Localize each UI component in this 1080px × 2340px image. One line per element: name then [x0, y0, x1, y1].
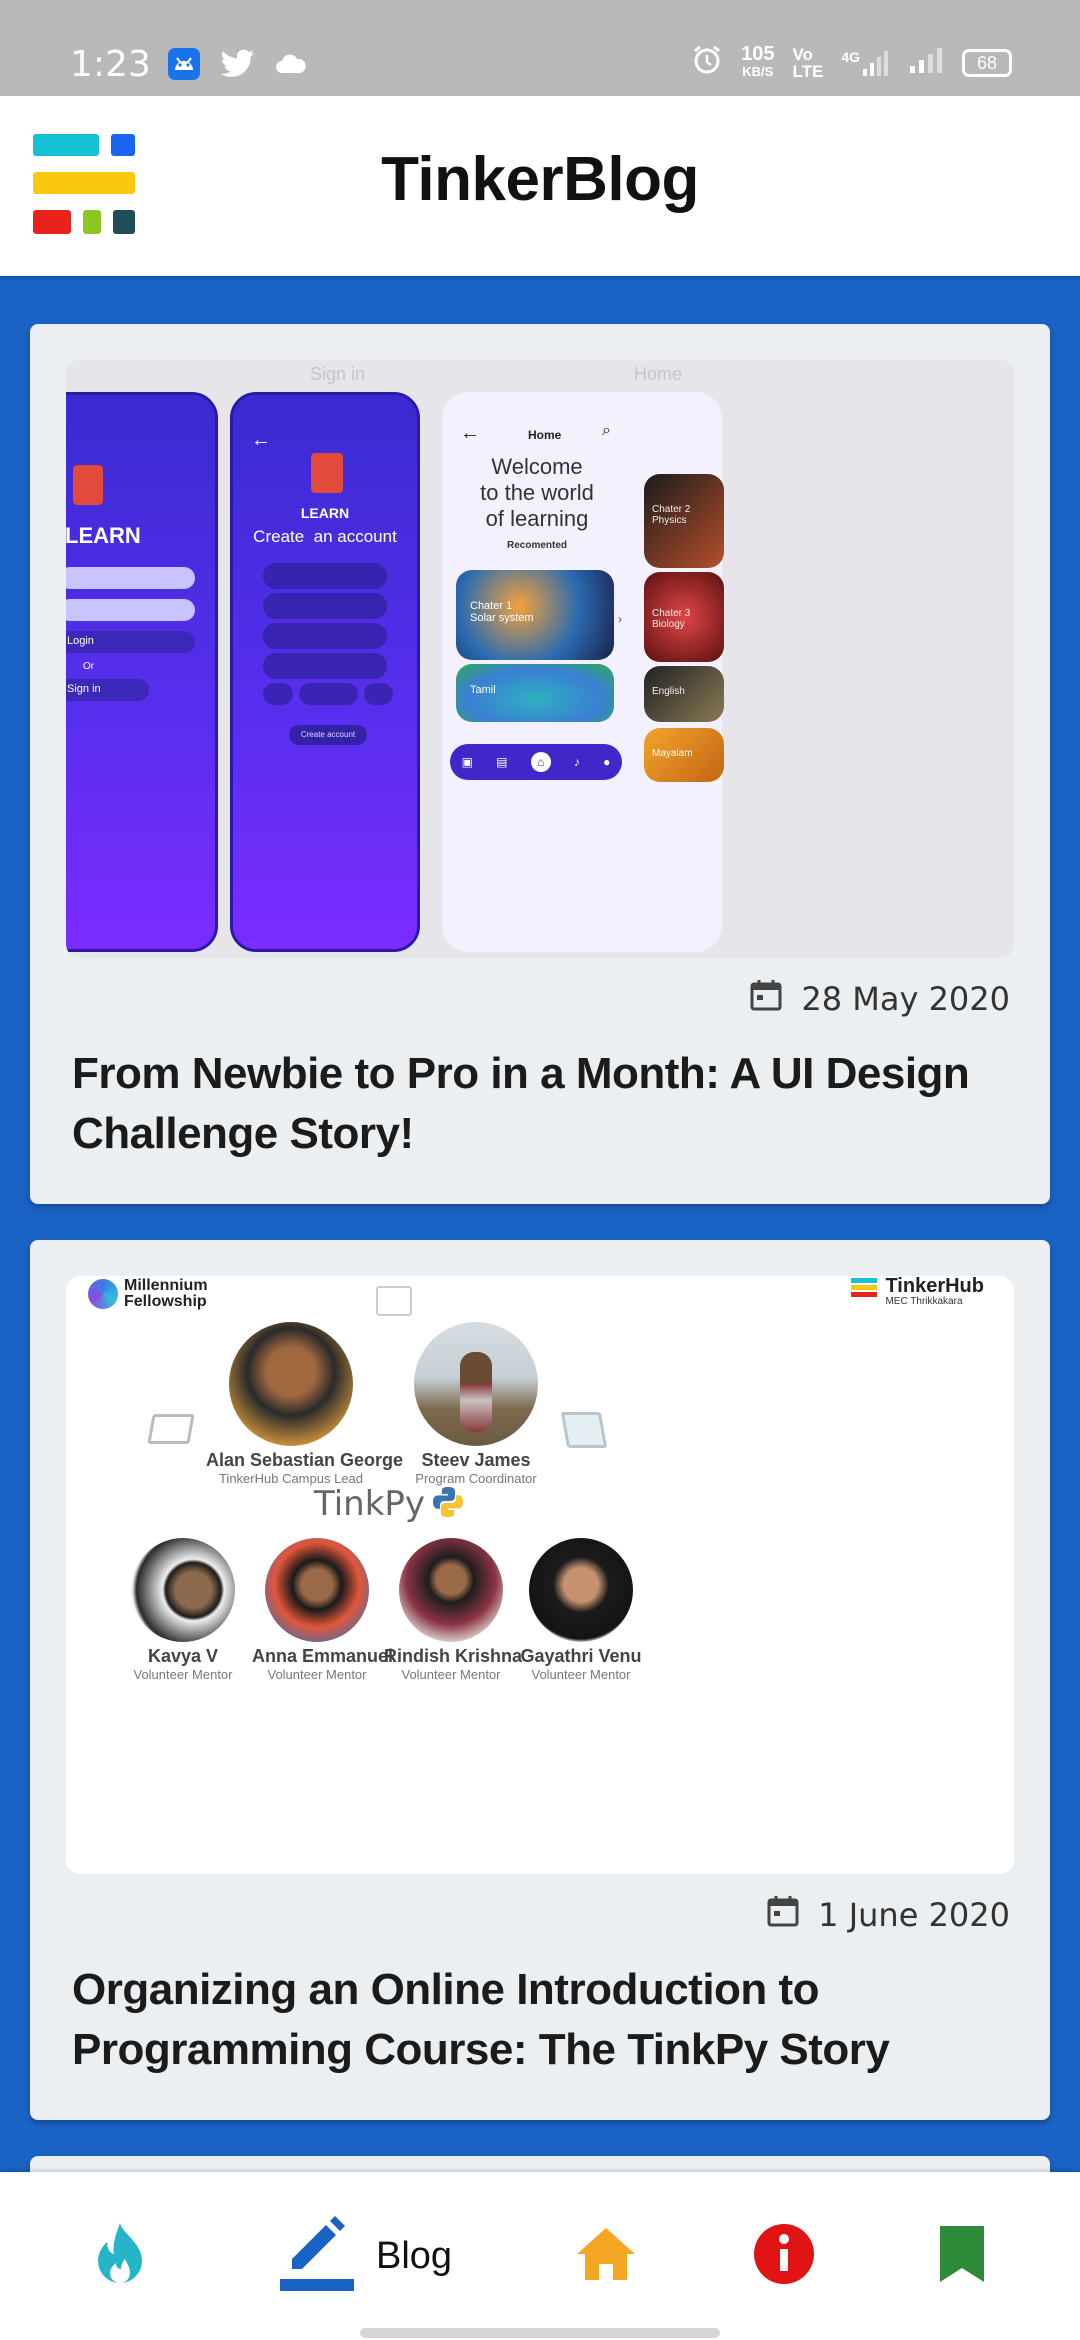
mockup-or-label: Or — [83, 661, 95, 672]
network-speed: 105 KB/S — [741, 43, 775, 80]
person-card: Anna Emmanuel Volunteer Mentor — [252, 1538, 394, 1682]
alarm-icon — [691, 44, 723, 82]
app-title: TinkerBlog — [381, 145, 699, 214]
person-card: Rindish Krishna Volunteer Mentor — [384, 1538, 523, 1682]
mockup-phone-home: ← Home ⌕ Welcome to the world of learnin… — [442, 392, 724, 952]
monitor-icon — [376, 1286, 412, 1316]
avatar — [414, 1322, 538, 1446]
nav-bookmarks[interactable] — [912, 2172, 1012, 2340]
nav-blog[interactable]: Blog — [250, 2172, 480, 2340]
pencil-icon — [278, 2215, 356, 2298]
mockup-tile-solar: Chater 1 Solar system — [456, 570, 614, 660]
mascot-icon — [311, 453, 343, 493]
blog-post-card[interactable]: Sign in Home LEARN Login Or Sign in ← LE… — [30, 324, 1050, 1204]
system-indicators: 105 KB/S Vo LTE 4G 68 — [691, 44, 1012, 82]
twitter-icon — [220, 49, 256, 84]
person-name: Rindish Krishna — [384, 1646, 523, 1666]
post-thumbnail: Sign in Home LEARN Login Or Sign in ← LE… — [66, 360, 1014, 958]
mockup-tile-tamil: Tamil — [456, 664, 614, 722]
mockup-home-section: Recomented — [506, 540, 567, 551]
mockup-phone-signin: LEARN Login Or Sign in — [66, 392, 218, 952]
mockup-home-header: Home — [528, 428, 562, 442]
person-card: Steev James Program Coordinator — [396, 1322, 556, 1486]
calendar-icon — [749, 978, 783, 1020]
notification-icons — [166, 46, 308, 87]
flame-icon — [92, 2221, 148, 2292]
volte-top: Vo — [792, 45, 813, 64]
signal-icon — [908, 46, 944, 80]
bottom-navigation: Blog — [0, 2172, 1080, 2340]
post-title[interactable]: Organizing an Online Introduction to Pro… — [66, 1960, 1014, 2080]
mockup-login-button: Login — [66, 631, 195, 653]
blog-post-card[interactable]: Millennium Fellowship TinkerHub MEC Thri… — [30, 1240, 1050, 2120]
network-speed-value: 105 — [741, 43, 775, 65]
post-date: 1 June 2020 — [66, 1894, 1014, 1936]
person-name: Alan Sebastian George — [206, 1450, 404, 1470]
volte-bottom: LTE — [792, 62, 824, 81]
mockup-label-home: Home — [634, 364, 683, 384]
tinkerhub-brand: TinkerHub MEC Thrikkakara — [851, 1276, 984, 1307]
avatar — [399, 1538, 503, 1642]
mockup-phone-signup: ← LEARN Create an account Create account — [230, 392, 420, 952]
avatar — [265, 1538, 369, 1642]
person-name: Anna Emmanuel — [252, 1646, 394, 1666]
person-role: Volunteer Mentor — [531, 1667, 631, 1682]
post-thumbnail: Millennium Fellowship TinkerHub MEC Thri… — [66, 1276, 1014, 1874]
signal-4g-icon: 4G — [841, 49, 890, 77]
avatar — [529, 1538, 633, 1642]
person-name: Steev James — [421, 1450, 531, 1470]
home-icon — [575, 2226, 637, 2287]
network-type: 4G — [841, 49, 860, 65]
app-header: TinkerBlog — [0, 96, 1080, 276]
mascot-icon — [73, 465, 103, 505]
blog-feed[interactable]: Sign in Home LEARN Login Or Sign in ← LE… — [30, 324, 1050, 2340]
person-card: Gayathri Venu Volunteer Mentor — [516, 1538, 646, 1682]
volte-indicator: Vo LTE — [792, 46, 823, 80]
person-card: Kavya V Volunteer Mentor — [118, 1538, 248, 1682]
battery-indicator: 68 — [962, 49, 1012, 77]
nav-info[interactable] — [734, 2172, 834, 2340]
mockup-signup-heading: Create an account — [253, 527, 397, 546]
person-name: Gayathri Venu — [520, 1646, 642, 1666]
tinkpy-logo: TinkPy — [314, 1484, 465, 1524]
post-date-text: 28 May 2020 — [801, 980, 1010, 1018]
info-icon — [753, 2223, 815, 2290]
person-role: Volunteer Mentor — [267, 1667, 367, 1682]
person-name: Kavya V — [147, 1646, 219, 1666]
calendar-icon — [766, 1894, 800, 1936]
avatar — [229, 1322, 353, 1446]
person-role: Volunteer Mentor — [133, 1667, 233, 1682]
android-icon — [166, 46, 202, 87]
status-time: 1:23 — [70, 44, 151, 85]
mockup-tile-biology: Chater 3 Biology — [644, 572, 724, 662]
nav-home[interactable] — [556, 2172, 656, 2340]
post-date-text: 1 June 2020 — [818, 1896, 1010, 1934]
mockup-signin-button: Sign in — [66, 679, 149, 701]
mockup-bottom-nav: ▣ ▤ ⌂ ♪ ● — [450, 744, 622, 780]
gesture-bar[interactable] — [360, 2328, 720, 2338]
status-bar: 1:23 105 KB/S Vo LTE 4G 68 — [0, 0, 1080, 96]
mockup-tile-malayalam: Mayalam — [644, 728, 724, 782]
nav-trending[interactable] — [70, 2172, 170, 2340]
mockup-signin-title: LEARN — [66, 523, 141, 548]
network-speed-unit: KB/S — [742, 64, 774, 79]
bookmark-icon — [938, 2224, 986, 2289]
post-title[interactable]: From Newbie to Pro in a Month: A UI Desi… — [66, 1044, 1014, 1164]
mockup-tile-physics: Chater 2 Physics — [644, 474, 724, 568]
python-icon — [431, 1485, 465, 1524]
person-card: Alan Sebastian George TinkerHub Campus L… — [206, 1322, 404, 1486]
mockup-label-signin: Sign in — [310, 364, 366, 384]
nav-blog-label: Blog — [375, 2234, 453, 2277]
millennium-fellowship-logo: Millennium Fellowship — [88, 1278, 208, 1310]
mockup-tile-english: English — [644, 666, 724, 722]
cloud-icon — [274, 53, 308, 80]
mockup-create-account-button: Create account — [289, 725, 367, 745]
avatar — [131, 1538, 235, 1642]
laptop-icon — [147, 1414, 195, 1444]
mockup-home-welcome: Welcome to the world of learning — [480, 454, 594, 531]
mockup-signup-logo-text: LEARN — [300, 505, 350, 521]
person-role: Volunteer Mentor — [401, 1667, 501, 1682]
post-date: 28 May 2020 — [66, 978, 1014, 1020]
laptop-icon — [560, 1412, 608, 1448]
